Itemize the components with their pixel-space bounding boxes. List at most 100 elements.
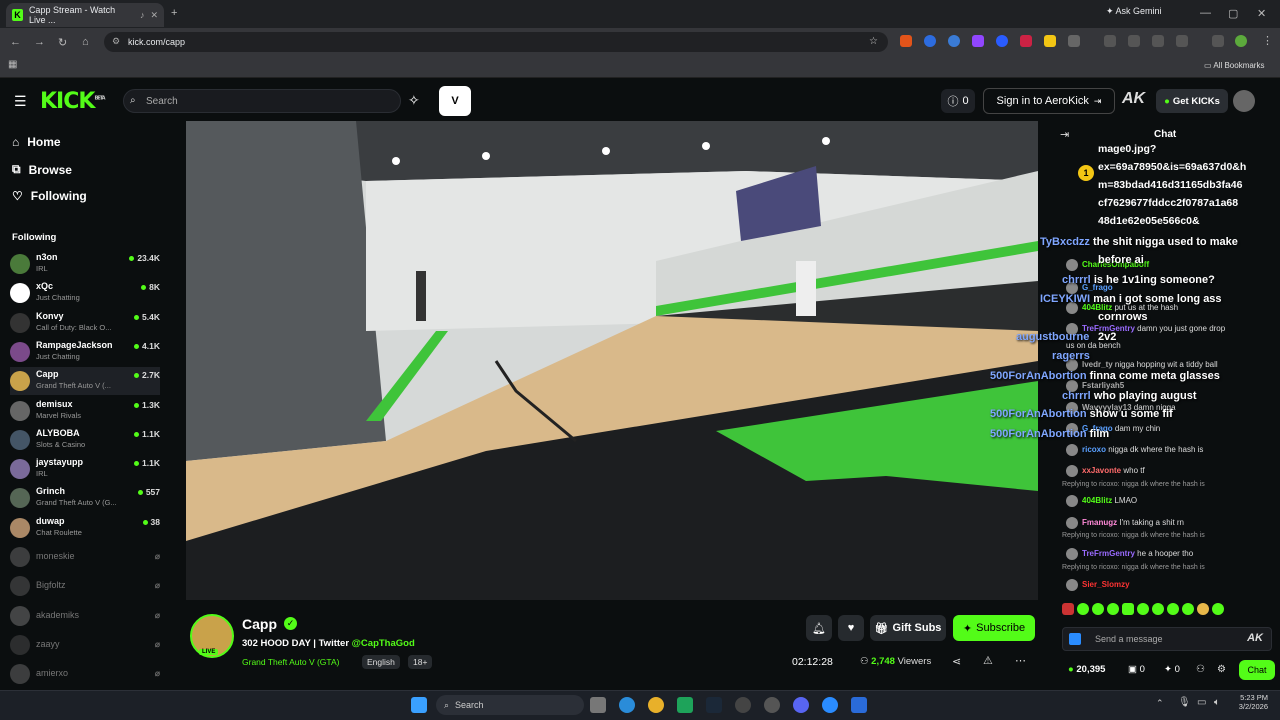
chat-username[interactable]: 404Blitz [1082,496,1112,505]
search-input[interactable]: ⌕ Search [123,89,401,113]
extension-icon[interactable] [1044,35,1056,47]
chat-message[interactable]: Sier_Slomzy [1066,579,1130,591]
notify-bell-button[interactable]: 🔔︎ [806,615,832,641]
network-icon[interactable]: ▭ [1197,697,1206,708]
stat-b[interactable]: ✦ 0 [1164,664,1180,675]
tray-chevron-icon[interactable]: ⌃ [1156,698,1164,709]
following-channel[interactable]: Bigfoltz ⌀ [10,572,160,600]
emote-icon[interactable] [1182,603,1194,615]
chat-send-button[interactable]: Chat [1239,660,1275,680]
sidebar-item-browse[interactable]: ⧉ Browse [12,162,72,177]
app-icon[interactable] [677,697,693,713]
windows-start-icon[interactable] [411,697,427,713]
microphone-icon[interactable]: 🎙︎ [1178,697,1191,708]
chat-input[interactable]: Send a message AK [1062,627,1272,651]
reload-icon[interactable]: ↻ [58,36,67,49]
clip-button[interactable]: V [439,86,471,116]
emote-icon[interactable] [1122,603,1134,615]
edge-icon[interactable] [619,697,635,713]
chat-message[interactable]: xxJavonte who tf [1066,465,1145,477]
settings-gear-icon[interactable]: ⚙ [1217,664,1226,675]
sparkle-icon[interactable]: ✧ [408,92,420,109]
channel-points[interactable]: ● 20,395 [1068,664,1105,675]
download-icon[interactable] [1176,35,1188,47]
all-bookmarks-button[interactable]: ▭ All Bookmarks [1204,61,1264,70]
tab-audio-icon[interactable]: ♪ [140,10,145,20]
extension-icon[interactable] [996,35,1008,47]
url-input[interactable]: ⚙ kick.com/capp ☆ [104,32,888,52]
emote-icon[interactable] [1197,603,1209,615]
following-channel[interactable]: akademiks ⌀ [10,602,160,630]
channel-name[interactable]: Capp [242,616,277,632]
file-explorer-icon[interactable] [590,697,606,713]
emote-icon[interactable] [1092,603,1104,615]
app-icon[interactable] [851,697,867,713]
gift-subs-button[interactable]: 🎁︎ Gift Subs [870,615,946,641]
following-channel[interactable]: moneskie ⌀ [10,543,160,571]
language-tag[interactable]: English [362,655,400,669]
volume-icon[interactable]: 🔈︎ [1214,697,1220,708]
minimize-icon[interactable]: — [1200,7,1211,19]
more-options-icon[interactable]: ⋯ [1015,654,1026,667]
extensions-puzzle-icon[interactable] [1068,35,1080,47]
following-channel[interactable]: RampageJackson Just Chatting 4.1K [10,338,160,366]
following-channel[interactable]: Capp Grand Theft Auto V (... 2.7K [10,367,160,396]
maximize-icon[interactable]: ▢ [1228,7,1238,20]
sidebar-item-home[interactable]: ⌂ Home [12,135,61,149]
video-player[interactable] [186,121,1038,600]
emote-icon[interactable] [1167,603,1179,615]
extension-icon[interactable] [1020,35,1032,47]
ask-gemini-button[interactable]: ✦ Ask Gemini [1106,6,1162,17]
forward-icon[interactable]: → [34,36,45,48]
emote-icon[interactable] [1062,603,1074,615]
age-tag[interactable]: 18+ [408,655,433,669]
emote-icon[interactable] [1077,603,1089,615]
steam-icon[interactable] [706,697,722,713]
close-window-icon[interactable]: ✕ [1257,7,1266,20]
discord-icon[interactable] [793,697,809,713]
category-link[interactable]: Grand Theft Auto V (GTA) [242,657,339,667]
following-channel[interactable]: duwap Chat Roulette 38 [10,514,160,542]
sidebar-item-following[interactable]: ♡ Following [12,189,87,203]
following-channel[interactable]: jaystayupp IRL 1.1K [10,455,160,483]
home-page-icon[interactable]: ⌂ [82,36,89,48]
chrome-icon[interactable] [648,697,664,713]
app-icon[interactable] [764,697,780,713]
extension-icon[interactable] [900,35,912,47]
following-channel[interactable]: ALYBOBA Slots & Casino 1.1K [10,426,160,454]
follow-heart-button[interactable]: ♥ [838,615,864,641]
chrome-menu-icon[interactable]: ⋮ [1262,34,1273,47]
chat-username[interactable]: xxJavonte [1082,466,1121,475]
extension-icon[interactable] [948,35,960,47]
sign-in-button[interactable]: Sign in to AeroKick ⇥ [983,88,1115,114]
following-channel[interactable]: amierxo ⌀ [10,660,160,688]
link-icon[interactable] [1128,35,1140,47]
sidepanel-icon[interactable] [1104,35,1116,47]
chat-message[interactable]: TreFrmGentry he a hooper tho [1066,548,1193,560]
extension-icon[interactable] [972,35,984,47]
tab-close-icon[interactable]: ✕ [150,10,158,21]
subscribe-button[interactable]: ✦ Subscribe [953,615,1035,641]
notifications-button[interactable]: ⓘ 0 [941,89,975,113]
stat-a[interactable]: ▣ 0 [1128,664,1145,675]
emote-icon[interactable] [1107,603,1119,615]
profile-avatar-icon[interactable] [1235,35,1247,47]
user-avatar[interactable] [1233,90,1255,112]
emote-icon[interactable] [1152,603,1164,615]
chat-username[interactable]: ricoxo [1082,445,1106,454]
kick-logo[interactable]: KICKBETA [40,89,106,114]
following-channel[interactable]: xQc Just Chatting 8K [10,279,160,307]
chat-message[interactable]: Fmanugz I'm taking a shit rn [1066,517,1184,529]
extension-icon[interactable] [924,35,936,47]
following-channel[interactable]: Konvy Call of Duty: Black O... 5.4K [10,309,160,337]
hamburger-menu-icon[interactable]: ☰ [14,93,27,110]
get-kicks-button[interactable]: ● Get KICKs [1156,89,1228,113]
chat-username[interactable]: Sier_Slomzy [1082,580,1130,589]
twitter-link[interactable]: @CapThaGod [352,638,415,649]
emote-icon[interactable] [1212,603,1224,615]
app-icon[interactable] [735,697,751,713]
chat-username[interactable]: Fmanugz [1082,518,1117,527]
bookmarks-icon[interactable] [1152,35,1164,47]
following-channel[interactable]: n3on IRL 23.4K [10,250,160,278]
browser-tab[interactable]: K Capp Stream - Watch Live ... ♪ ✕ [6,3,164,27]
